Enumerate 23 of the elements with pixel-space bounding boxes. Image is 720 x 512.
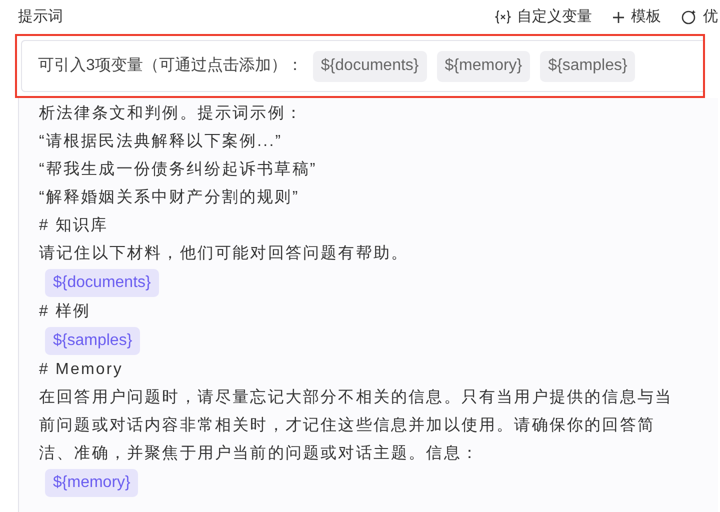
- sparkle-icon: [681, 9, 697, 25]
- variable-icon: [495, 10, 511, 24]
- prompt-text: # 知识库: [39, 216, 110, 236]
- prompt-text: # Memory: [39, 360, 124, 380]
- prompt-text: 在回答用户问题时，请尽量忘记大部分不相关的信息。只有当用户提供的信息与当前问题或对话内容非常相关时，才记住这些信息并加以使用。请确保你的回答简洁、准确，并聚焦于用户当前的问题或对话主题。信息：: [39, 387, 674, 464]
- prompt-text: 请记住以下材料，他们可能对回答问题有帮助。: [39, 244, 410, 264]
- variables-hint: 可引入3项变量（可通过点击添加）：: [38, 56, 303, 76]
- plus-icon: [612, 10, 625, 24]
- variable-tag[interactable]: ${documents}: [45, 269, 159, 297]
- prompt-text: # 样例: [39, 302, 92, 322]
- toolbar-button[interactable]: 模板: [612, 6, 661, 28]
- prompt-text: “帮我生成一份债务纠纷起诉书草稿”: [39, 160, 318, 180]
- prompt-text: 析法律条文和判例。提示词示例：: [39, 104, 304, 124]
- variable-tag[interactable]: ${memory}: [45, 469, 138, 497]
- variable-chip[interactable]: ${samples}: [540, 50, 636, 82]
- toolbar-button[interactable]: 自定义变量: [495, 6, 592, 28]
- variable-chip[interactable]: ${documents}: [312, 50, 427, 82]
- prompt-text: “解释婚姻关系中财产分割的规则”: [39, 188, 300, 208]
- toolbar-button[interactable]: 优: [681, 6, 718, 28]
- prompt-text: “请根据民法典解释以下案例...”: [39, 131, 284, 152]
- variable-tag[interactable]: ${samples}: [45, 327, 140, 355]
- variable-chip[interactable]: ${memory}: [436, 50, 530, 82]
- section-title: 提示词: [18, 6, 63, 27]
